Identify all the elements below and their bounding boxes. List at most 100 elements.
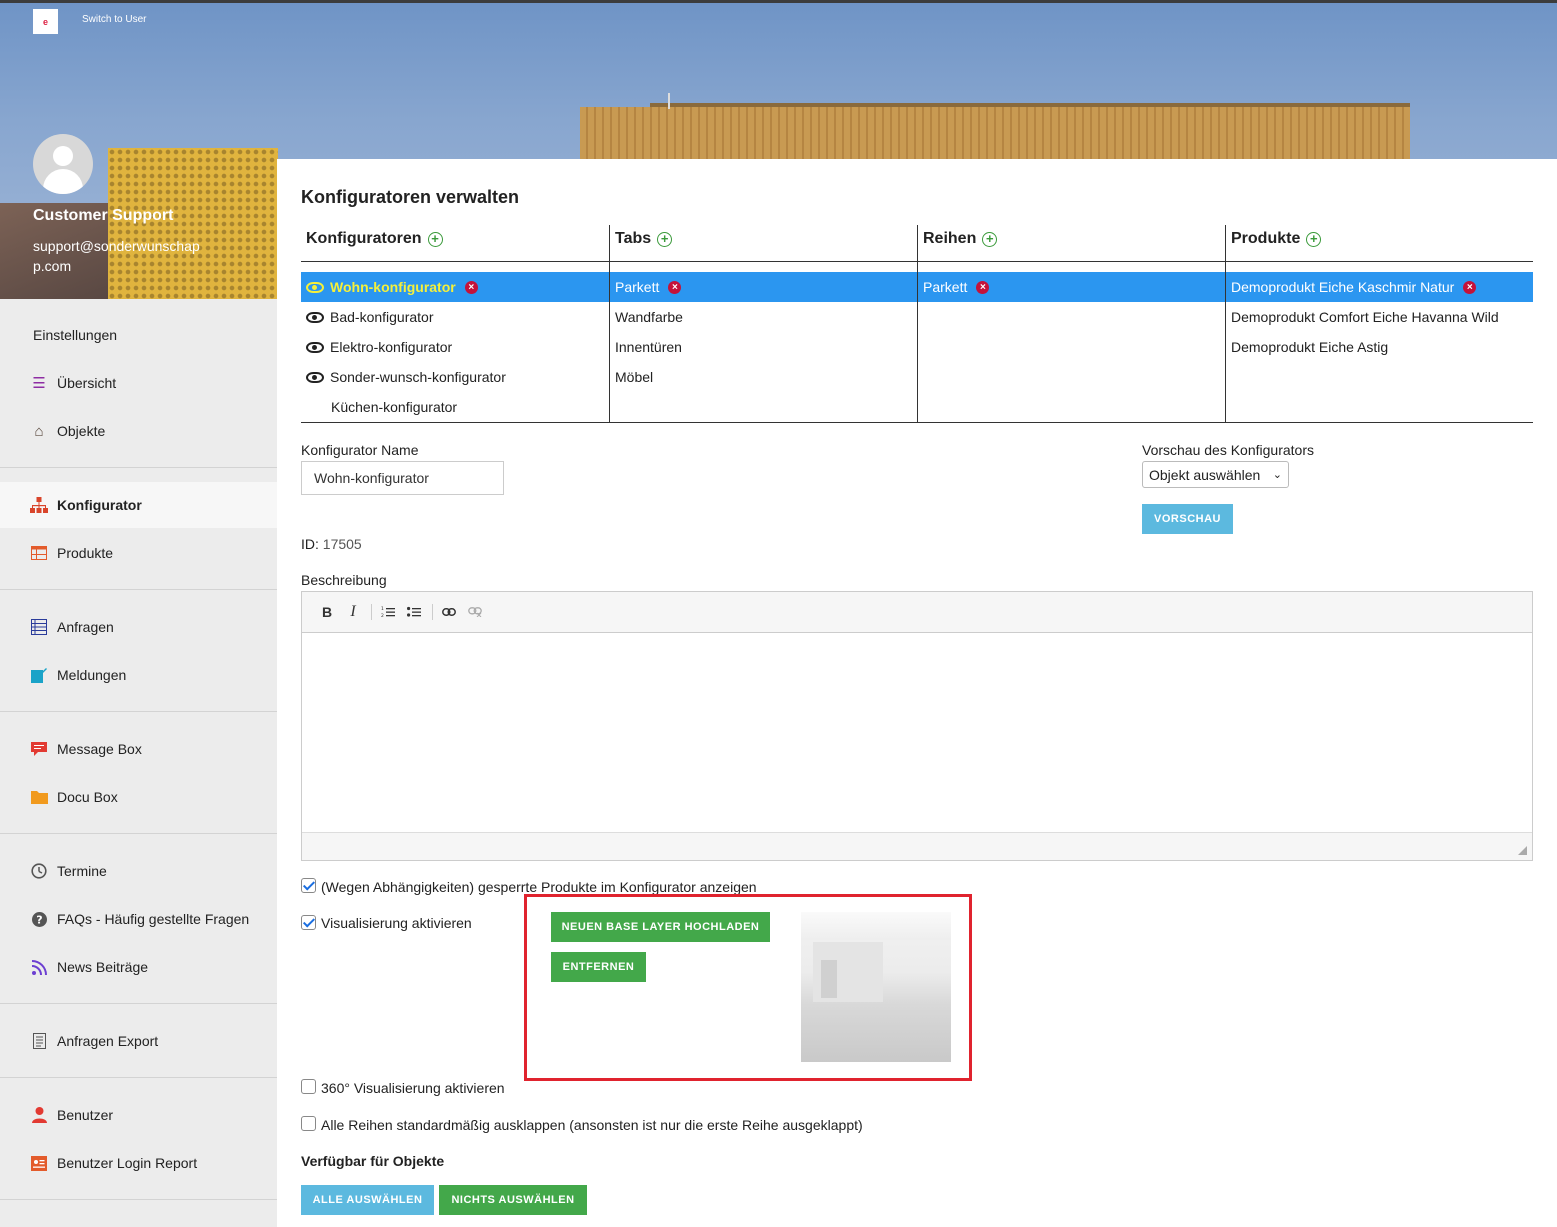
sidebar-item-label: FAQs - Häufig gestellte Fragen: [57, 911, 250, 927]
sidebar-item-objekte[interactable]: ⌂ Objekte: [0, 408, 277, 454]
sidebar-item-meldungen[interactable]: Meldungen: [0, 652, 277, 698]
user-email: support@sonderwunschapp.com: [33, 238, 200, 274]
app-logo[interactable]: e: [33, 9, 58, 34]
visualization-checkbox[interactable]: [301, 915, 316, 930]
bold-icon[interactable]: B: [316, 601, 338, 623]
configurator-item-wohn[interactable]: Wohn-konfigurator ×: [306, 272, 478, 302]
configurator-item-label: Wohn-konfigurator: [330, 279, 456, 295]
delete-product-icon[interactable]: ×: [1463, 280, 1477, 294]
sidebar-item-termine[interactable]: Termine: [0, 848, 277, 894]
avatar[interactable]: [33, 134, 93, 194]
numbered-list-icon[interactable]: 12: [377, 601, 399, 623]
preview-button[interactable]: VORSCHAU: [1142, 504, 1233, 534]
sidebar-item-label: Anfragen: [57, 619, 114, 635]
eye-icon[interactable]: [306, 281, 324, 293]
sidebar-item-benutzer-login-report[interactable]: Benutzer Login Report: [0, 1140, 277, 1186]
configurator-item-sonderwunsch[interactable]: Sonder-wunsch-konfigurator: [306, 362, 506, 392]
tab-item-label: Wandfarbe: [615, 309, 683, 325]
folder-icon: [30, 788, 48, 806]
sidebar-item-anfragen-export[interactable]: Anfragen Export: [0, 1018, 277, 1064]
upload-base-layer-button[interactable]: NEUEN BASE LAYER HOCHLADEN: [551, 912, 770, 942]
eye-icon[interactable]: [306, 311, 324, 323]
tab-item-innentueren[interactable]: Innentüren: [615, 332, 682, 362]
tab-item-wandfarbe[interactable]: Wandfarbe: [615, 302, 683, 332]
add-product-icon[interactable]: +: [1306, 231, 1322, 247]
eye-icon[interactable]: [306, 371, 324, 383]
clock-icon: [30, 862, 48, 880]
visualization-360-checkbox[interactable]: [301, 1079, 316, 1094]
sidebar-item-label: Übersicht: [57, 375, 117, 391]
bullet-list-icon[interactable]: [403, 601, 425, 623]
svg-text:?: ?: [36, 913, 42, 926]
sidebar-item-docu-box[interactable]: Docu Box: [0, 774, 277, 820]
menu-lines-icon: ☰: [32, 374, 46, 392]
tab-item-parkett[interactable]: Parkett ×: [615, 272, 682, 302]
sidebar-item-news[interactable]: News Beiträge: [0, 944, 277, 990]
product-item-kaschmir[interactable]: Demoprodukt Eiche Kaschmir Natur ×: [1231, 272, 1477, 302]
configurator-item-elektro[interactable]: Elektro-konfigurator: [306, 332, 452, 362]
expand-rows-checkbox[interactable]: [301, 1116, 316, 1131]
sidebar-divider: [0, 833, 277, 834]
configurator-item-kuechen[interactable]: Küchen-konfigurator: [331, 392, 457, 422]
sidebar-item-produkte[interactable]: Produkte: [0, 530, 277, 576]
configurator-item-label: Bad-konfigurator: [330, 309, 434, 325]
switch-to-user-link[interactable]: Switch to User: [82, 14, 146, 25]
configurator-item-bad[interactable]: Bad-konfigurator: [306, 302, 434, 332]
preview-object-select[interactable]: Objekt auswählen ⌄: [1142, 461, 1289, 488]
preview-label: Vorschau des Konfigurators: [1142, 442, 1314, 458]
image-ceiling: [801, 912, 951, 940]
sidebar-item-label: Produkte: [57, 545, 114, 561]
configurator-item-label: Küchen-konfigurator: [331, 399, 458, 415]
locked-products-checkbox[interactable]: [301, 878, 316, 893]
add-tab-icon[interactable]: +: [657, 231, 673, 247]
sidebar-item-uebersicht[interactable]: ☰ Übersicht: [0, 360, 277, 406]
sidebar-item-label: Benutzer Login Report: [57, 1155, 198, 1171]
add-row-icon[interactable]: +: [982, 231, 998, 247]
column-header-konfiguratoren: Konfiguratoren +: [306, 230, 443, 248]
select-all-button[interactable]: ALLE AUSWÄHLEN: [301, 1185, 434, 1215]
preview-select-value: Objekt auswählen: [1149, 466, 1261, 483]
eye-icon[interactable]: [306, 341, 324, 353]
column-header-label: Produkte: [1231, 230, 1301, 247]
delete-tab-icon[interactable]: ×: [668, 280, 682, 294]
product-item-astig[interactable]: Demoprodukt Eiche Astig: [1231, 332, 1388, 362]
list-table-icon: [30, 618, 48, 636]
column-konfiguratoren: Konfiguratoren + Wohn-konfigurator × Bad…: [301, 225, 609, 423]
sidebar-divider: [0, 1003, 277, 1004]
sidebar-item-anfragen[interactable]: Anfragen: [0, 604, 277, 650]
page-title: Konfiguratoren verwalten: [301, 187, 520, 207]
row-item-parkett[interactable]: Parkett ×: [923, 272, 990, 302]
product-item-havanna[interactable]: Demoprodukt Comfort Eiche Havanna Wild: [1231, 302, 1499, 332]
italic-icon[interactable]: I: [342, 601, 364, 623]
sidebar-item-konfigurator[interactable]: Konfigurator: [0, 482, 277, 528]
delete-configurator-icon[interactable]: ×: [464, 280, 478, 294]
column-header-label: Konfiguratoren: [306, 230, 422, 247]
sidebar-item-message-box[interactable]: Message Box: [0, 726, 277, 772]
toolbar-separator: [371, 604, 372, 620]
resize-handle-icon[interactable]: [1518, 846, 1527, 855]
remove-base-layer-button[interactable]: ENTFERNEN: [551, 952, 646, 982]
link-icon[interactable]: [438, 601, 460, 623]
add-configurator-icon[interactable]: +: [427, 231, 443, 247]
sidebar-item-label: Meldungen: [57, 667, 127, 683]
product-item-label: Demoprodukt Eiche Kaschmir Natur: [1231, 279, 1455, 295]
description-label: Beschreibung: [301, 572, 387, 588]
id-value: 17505: [322, 536, 362, 552]
sidebar: Einstellungen ☰ Übersicht ⌂ Objekte Konf…: [0, 299, 277, 1227]
delete-row-icon[interactable]: ×: [976, 280, 990, 294]
column-header-tabs: Tabs +: [615, 230, 673, 248]
sidebar-divider: [0, 1077, 277, 1078]
unlink-icon[interactable]: [464, 601, 486, 623]
rss-icon: [30, 958, 48, 976]
select-none-button[interactable]: NICHTS AUSWÄHLEN: [439, 1185, 587, 1215]
configurator-name-input[interactable]: [301, 461, 504, 495]
sidebar-item-label: Message Box: [57, 741, 142, 757]
sidebar-item-benutzer[interactable]: Benutzer: [0, 1092, 277, 1138]
tab-item-moebel[interactable]: Möbel: [615, 362, 653, 392]
sidebar-item-faqs[interactable]: ? FAQs - Häufig gestellte Fragen: [0, 896, 277, 942]
column-header-produkte: Produkte +: [1231, 230, 1322, 248]
id-label: ID:: [301, 536, 319, 552]
id-row: ID: 17505: [301, 536, 362, 552]
description-editor[interactable]: B I 12: [301, 591, 1533, 861]
user-name: Customer Support: [33, 207, 174, 224]
